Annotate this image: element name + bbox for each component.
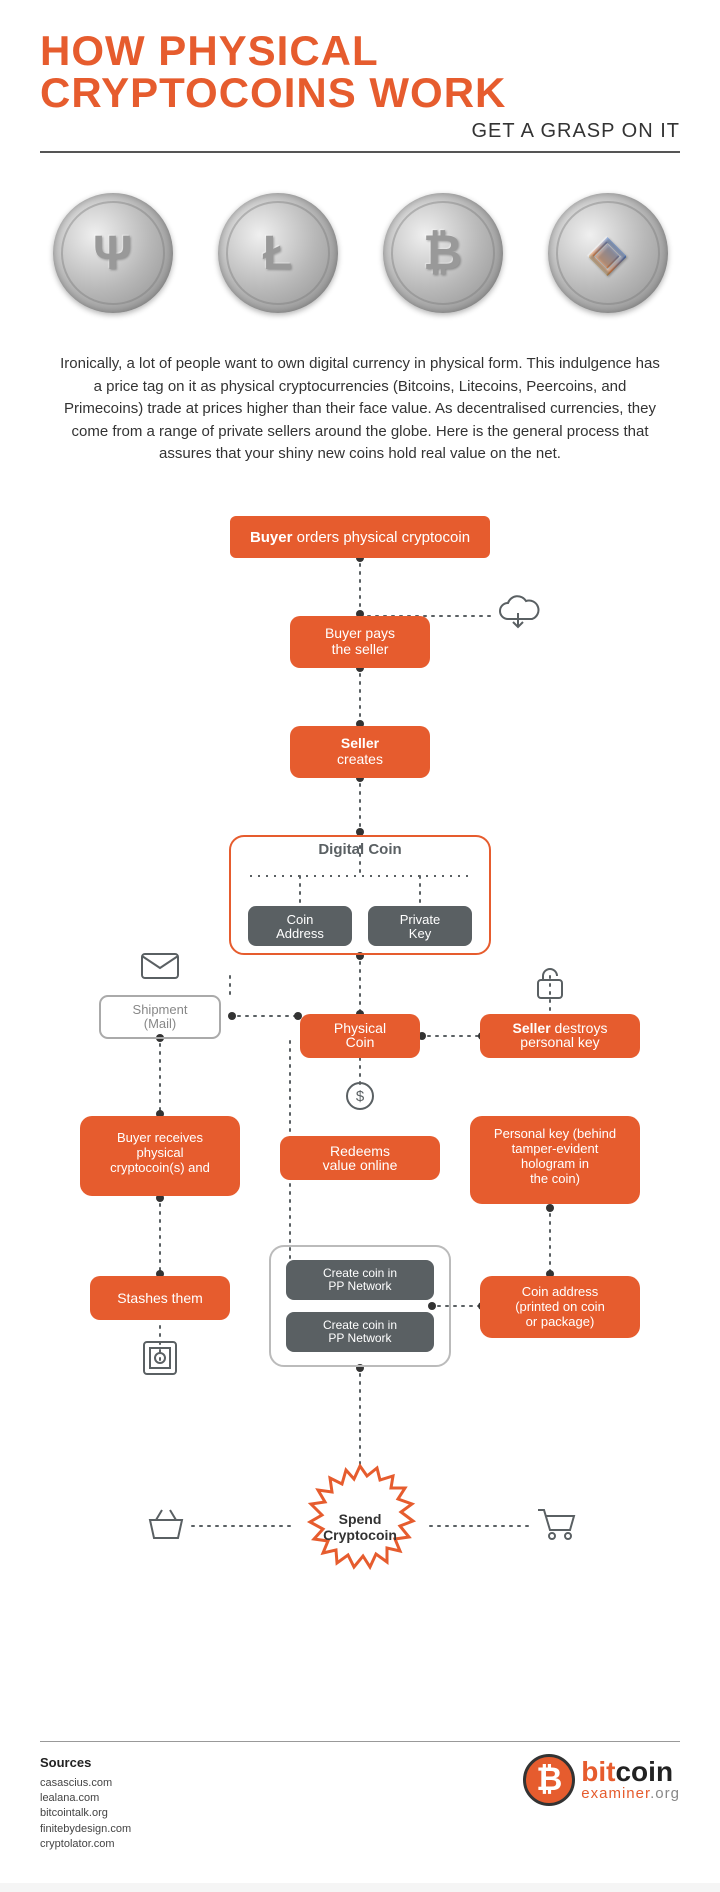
svg-text:Buyer orders physical cryptoco: Buyer orders physical cryptocoin bbox=[250, 529, 470, 546]
svg-text:Redeemsvalue online: Redeemsvalue online bbox=[323, 1143, 398, 1173]
source-item: lealana.com bbox=[40, 1791, 131, 1806]
logo-coin: coin bbox=[615, 1756, 673, 1787]
flowchart-diagram: Buyer orders physical cryptocoin Buyer p… bbox=[40, 516, 680, 1696]
logo-badge-icon: ₿ bbox=[523, 1754, 575, 1806]
header: HOW PHYSICAL CRYPTOCOINS WORK GET A GRAS… bbox=[40, 30, 680, 153]
page-subtitle: GET A GRASP ON IT bbox=[40, 120, 680, 143]
coin-glyph: ₿ bbox=[423, 226, 462, 281]
source-item: finitebydesign.com bbox=[40, 1822, 131, 1837]
svg-text:Shipment(Mail): Shipment(Mail) bbox=[133, 1002, 188, 1031]
logo-examiner: examiner bbox=[581, 1785, 650, 1802]
mail-icon bbox=[142, 954, 178, 978]
coin-glyph: ◈ bbox=[589, 225, 626, 281]
dollar-icon: $ bbox=[347, 1083, 373, 1109]
svg-text:Coin address(printed on coinor: Coin address(printed on coinor package) bbox=[515, 1284, 605, 1329]
label-digital-coin: Digital Coin bbox=[318, 841, 401, 858]
infographic-page: HOW PHYSICAL CRYPTOCOINS WORK GET A GRAS… bbox=[0, 0, 720, 1883]
cart-icon bbox=[538, 1510, 574, 1539]
basket-icon bbox=[150, 1510, 182, 1538]
source-item: casascius.com bbox=[40, 1776, 131, 1791]
svg-text:Stashes them: Stashes them bbox=[117, 1290, 203, 1306]
intro-text: Ironically, a lot of people want to own … bbox=[40, 353, 680, 466]
cloud-download-icon bbox=[500, 596, 538, 627]
footer: Sources casascius.com lealana.com bitcoi… bbox=[40, 1741, 680, 1853]
sources-title: Sources bbox=[40, 1754, 131, 1772]
coin-glyph: Ψ bbox=[93, 226, 132, 281]
svg-text:Sellercreates: Sellercreates bbox=[337, 735, 383, 767]
svg-text:Seller destroyspersonal key: Seller destroyspersonal key bbox=[513, 1020, 608, 1050]
coin-glyph: Ł bbox=[263, 226, 292, 281]
svg-text:$: $ bbox=[356, 1088, 365, 1105]
source-item: cryptolator.com bbox=[40, 1837, 131, 1852]
logo-org: .org bbox=[650, 1785, 680, 1802]
page-title: HOW PHYSICAL CRYPTOCOINS WORK bbox=[40, 30, 680, 114]
source-item: bitcointalk.org bbox=[40, 1806, 131, 1821]
sources-list: Sources casascius.com lealana.com bitcoi… bbox=[40, 1754, 131, 1853]
logo-text: bitcoin examiner.org bbox=[581, 1758, 680, 1801]
svg-text:Create coin inPP Network: Create coin inPP Network bbox=[323, 1318, 397, 1345]
coin-primecoin: Ψ bbox=[53, 193, 173, 313]
svg-text:Create coin inPP Network: Create coin inPP Network bbox=[323, 1266, 397, 1293]
svg-text:Buyer paysthe seller: Buyer paysthe seller bbox=[325, 625, 395, 657]
coin-bitcoin: ₿ bbox=[383, 193, 503, 313]
coin-cryptovest: ◈ bbox=[548, 193, 668, 313]
node-spend: SpendCryptocoin bbox=[310, 1466, 413, 1567]
coins-row: Ψ Ł ₿ ◈ bbox=[40, 193, 680, 313]
logo-bit: bit bbox=[581, 1756, 615, 1787]
coin-litecoin: Ł bbox=[218, 193, 338, 313]
logo: ₿ bitcoin examiner.org bbox=[523, 1754, 680, 1806]
